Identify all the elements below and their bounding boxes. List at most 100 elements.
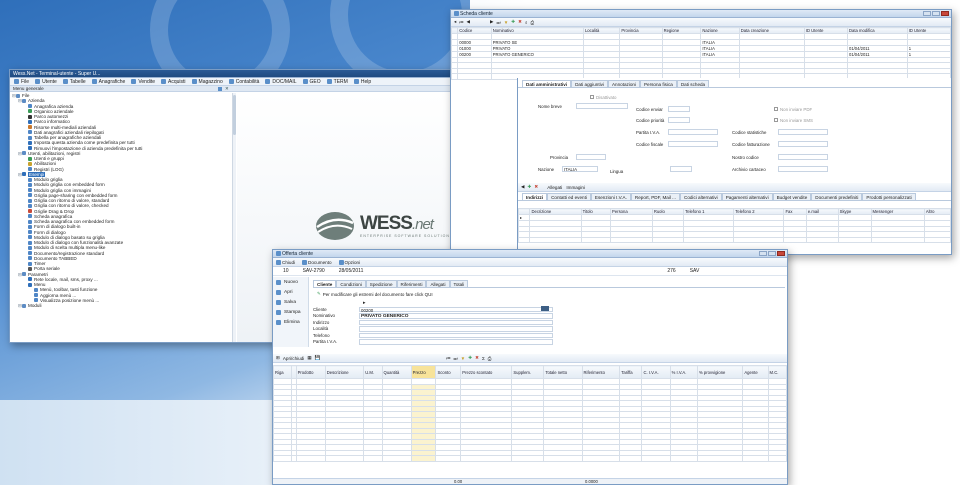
last-record-icon[interactable]: ⏭ bbox=[497, 20, 501, 25]
delete-icon[interactable]: ✖ bbox=[475, 355, 479, 361]
filter-icon[interactable]: ▼ bbox=[461, 356, 466, 361]
subtab[interactable]: Indirizzi bbox=[522, 193, 548, 200]
side-action-button[interactable]: Apri bbox=[273, 287, 308, 297]
column-header[interactable]: Totale netto bbox=[543, 365, 583, 379]
menu-item[interactable]: Tabelle bbox=[62, 79, 86, 85]
subtab[interactable]: Prodotti personalizzati bbox=[862, 193, 916, 200]
last-record-icon[interactable]: ⏭ bbox=[454, 356, 458, 361]
codice-enviar-input[interactable] bbox=[668, 106, 690, 112]
tab-3[interactable]: Persona fisica bbox=[639, 80, 677, 87]
print-icon[interactable]: ⎙ bbox=[488, 356, 492, 361]
subtab[interactable]: Documenti predefiniti bbox=[811, 193, 863, 200]
toolbar-button[interactable]: Opzioni bbox=[338, 259, 360, 265]
search-icon[interactable]: ⌕ bbox=[525, 20, 528, 25]
maximize-button[interactable] bbox=[768, 251, 776, 256]
subtab[interactable]: Esenzioni I.V.A. bbox=[590, 193, 631, 200]
lingua-input[interactable] bbox=[670, 166, 692, 172]
panel-pin-icon[interactable] bbox=[218, 87, 222, 91]
sum-icon[interactable]: Σ bbox=[482, 356, 485, 361]
tab-2[interactable]: Annotazioni bbox=[607, 80, 640, 87]
nazione-input[interactable]: ITALIA bbox=[562, 166, 598, 172]
grid-toolbar-label[interactable]: Apri/chiudi bbox=[283, 356, 304, 361]
tab-0[interactable]: Dati amministrativi bbox=[522, 80, 572, 87]
menu-item[interactable]: TERM bbox=[326, 79, 348, 85]
delete-icon[interactable]: ✖ bbox=[518, 19, 522, 25]
field-input[interactable] bbox=[359, 339, 553, 345]
new-icon[interactable]: ✚ bbox=[468, 355, 472, 361]
prev-record-icon[interactable]: ◀ bbox=[466, 19, 470, 25]
codice-priorita-input[interactable] bbox=[668, 117, 690, 123]
close-button[interactable] bbox=[777, 251, 785, 256]
close-button[interactable] bbox=[941, 11, 949, 16]
non-inviare-pdf-checkbox[interactable]: Non inviare PDF bbox=[774, 107, 812, 112]
delete-icon[interactable]: ✖ bbox=[534, 184, 538, 190]
codice-statistiche-input[interactable] bbox=[778, 129, 828, 135]
field-input[interactable] bbox=[359, 319, 553, 325]
partita-iva-input[interactable] bbox=[668, 129, 718, 135]
column-header[interactable]: Prezzo scontato bbox=[460, 365, 513, 379]
column-header[interactable]: Prezzo bbox=[410, 365, 437, 379]
column-header[interactable]: M.C. bbox=[767, 365, 787, 379]
provincia-input[interactable] bbox=[576, 154, 606, 160]
field-input[interactable]: 00200 bbox=[359, 306, 553, 312]
column-header[interactable]: Supplem. bbox=[511, 365, 545, 379]
codice-fiscale-input[interactable] bbox=[668, 141, 718, 147]
menu-item[interactable]: Help bbox=[353, 79, 371, 85]
minimize-button[interactable] bbox=[759, 251, 767, 256]
maximize-button[interactable] bbox=[932, 11, 940, 16]
column-header[interactable]: Agente bbox=[742, 365, 769, 379]
first-record-icon[interactable]: ⏮ bbox=[459, 20, 463, 25]
codice-fatturazione-input[interactable] bbox=[778, 141, 828, 147]
nostro-codice-input[interactable] bbox=[778, 154, 828, 160]
field-input[interactable] bbox=[359, 332, 553, 338]
tab-1[interactable]: Dati aggiuntivi bbox=[571, 80, 608, 87]
new-icon[interactable]: ✚ bbox=[528, 184, 532, 190]
column-header[interactable]: Quantità bbox=[381, 365, 412, 379]
filter-icon[interactable]: ▼ bbox=[504, 20, 509, 25]
attachment-tab[interactable]: Allegati bbox=[547, 185, 562, 190]
archivio-cartaceo-input[interactable] bbox=[778, 166, 828, 172]
column-header[interactable]: U.M. bbox=[363, 365, 383, 379]
tab-4[interactable]: Dati scheda bbox=[676, 80, 710, 87]
tree-item[interactable]: ⊟ Moduli bbox=[12, 303, 236, 308]
subtab[interactable]: Codici alternativi bbox=[680, 193, 722, 200]
column-header[interactable]: % I.V.A. bbox=[669, 365, 699, 379]
column-header[interactable]: Sconto bbox=[435, 365, 462, 379]
nome-breve-input[interactable] bbox=[576, 103, 628, 109]
column-header[interactable]: Descrizione bbox=[324, 365, 365, 379]
column-header[interactable]: Riga bbox=[273, 365, 292, 379]
column-header[interactable]: Prodotto bbox=[295, 365, 326, 379]
tab-2[interactable]: Spedizione bbox=[365, 280, 397, 287]
new-icon[interactable]: ✚ bbox=[511, 19, 515, 25]
toolbar-button[interactable]: Documento bbox=[302, 259, 332, 265]
panel-close-icon[interactable]: ✕ bbox=[225, 86, 229, 92]
edit-notice[interactable]: ✎ Per modificare gli estremi del document… bbox=[313, 288, 785, 300]
print-icon[interactable]: ⎙ bbox=[531, 20, 535, 25]
subtab[interactable]: Report, PDF, Mail ... bbox=[630, 193, 680, 200]
tab-0[interactable]: Cliente bbox=[313, 280, 337, 287]
tree-scrollbar[interactable] bbox=[232, 93, 236, 342]
column-header[interactable]: % provvigione bbox=[697, 365, 744, 379]
close-tool-icon[interactable]: ◂ bbox=[454, 19, 456, 25]
menu-item[interactable]: Anagrafiche bbox=[91, 79, 125, 85]
subtab[interactable]: Pagamenti alternativi bbox=[721, 193, 773, 200]
side-action-button[interactable]: Salva bbox=[273, 297, 308, 307]
column-header[interactable]: Tariffa bbox=[619, 365, 643, 379]
tab-5[interactable]: Totali bbox=[449, 280, 469, 287]
minimize-button[interactable] bbox=[923, 11, 931, 16]
first-record-icon[interactable]: ⏮ bbox=[446, 356, 450, 361]
tab-3[interactable]: Riferimenti bbox=[396, 280, 427, 287]
next-record-icon[interactable]: ▶ bbox=[490, 19, 494, 25]
menu-item[interactable]: File bbox=[14, 79, 29, 85]
attachment-tab[interactable]: Immagini bbox=[566, 185, 585, 190]
tab-1[interactable]: Condizioni bbox=[336, 280, 366, 287]
grid-icon[interactable]: ▦ bbox=[307, 355, 311, 361]
menu-item[interactable]: Magazzino bbox=[191, 79, 223, 85]
subtab[interactable]: Budget vendite bbox=[772, 193, 812, 200]
column-header[interactable]: Riferimento bbox=[581, 365, 621, 379]
side-action-button[interactable]: Elimina bbox=[273, 317, 308, 327]
tab-4[interactable]: Allegati bbox=[426, 280, 450, 287]
subtab[interactable]: Contatti ed eventi bbox=[547, 193, 591, 200]
menu-item[interactable]: Contabilità bbox=[228, 79, 259, 85]
save-icon[interactable]: 💾 bbox=[315, 355, 321, 361]
